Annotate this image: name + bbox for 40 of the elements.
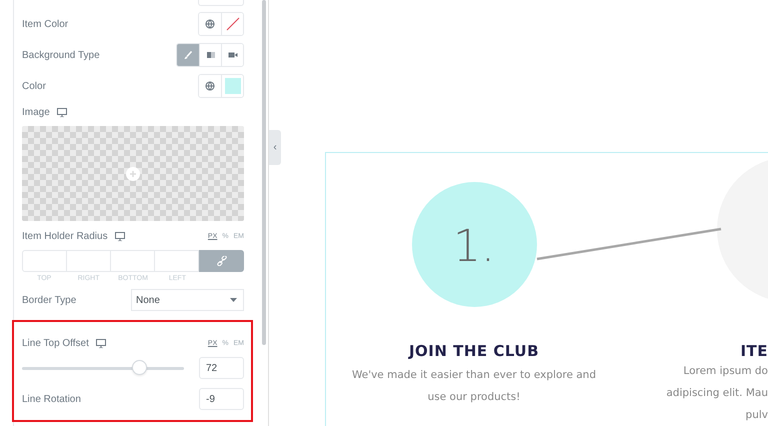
control-label: Item Color xyxy=(22,18,68,30)
control-label: Border Type xyxy=(22,294,76,306)
step-description-line: Lorem ipsum do xyxy=(683,364,768,379)
image-placeholder[interactable] xyxy=(22,126,244,221)
link-icon xyxy=(216,256,226,266)
globe-icon xyxy=(205,19,215,29)
control-label: Image xyxy=(22,106,50,118)
step-number: 1. xyxy=(453,221,495,272)
gradient-icon xyxy=(206,50,216,60)
number-input[interactable]: 72 xyxy=(199,357,244,379)
button-group[interactable] xyxy=(198,0,244,6)
control-label: Line Top Offset xyxy=(22,338,89,348)
collapse-panel-button[interactable]: ‹ xyxy=(269,130,281,165)
link-button[interactable] xyxy=(199,250,244,272)
step-description-line: use our products! xyxy=(428,390,520,405)
step-description-line: pulv xyxy=(746,408,768,423)
slider-handle[interactable] xyxy=(132,360,147,374)
control-label: Background Type xyxy=(22,50,100,60)
step-description-line: adipiscing elit. Mau xyxy=(666,386,768,401)
step-title: JOIN THE CLUB xyxy=(408,342,540,360)
step-description-line: We've made it easier than ever to explore and xyxy=(352,368,596,383)
dimension-input[interactable] xyxy=(22,250,67,272)
dimension-input[interactable] xyxy=(67,250,111,272)
select-field[interactable]: None xyxy=(131,289,244,311)
step-title: ITE xyxy=(740,342,768,360)
globe-icon xyxy=(205,81,215,91)
no-color-icon xyxy=(226,17,240,31)
number-input[interactable]: -9 xyxy=(199,388,244,410)
color-swatch[interactable] xyxy=(221,13,243,35)
choice-button[interactable] xyxy=(177,44,199,66)
control-label: Item Holder Radius xyxy=(22,230,108,242)
control-label: Color xyxy=(22,80,46,92)
color-swatch[interactable] xyxy=(221,75,243,97)
dimension-input[interactable] xyxy=(111,250,155,272)
control-label: Line Rotation xyxy=(22,394,81,404)
plus-icon xyxy=(126,166,140,180)
video-camera-icon xyxy=(228,50,238,60)
choice-button[interactable] xyxy=(221,44,243,66)
caret-icon xyxy=(230,298,237,302)
brush-icon xyxy=(183,50,193,60)
